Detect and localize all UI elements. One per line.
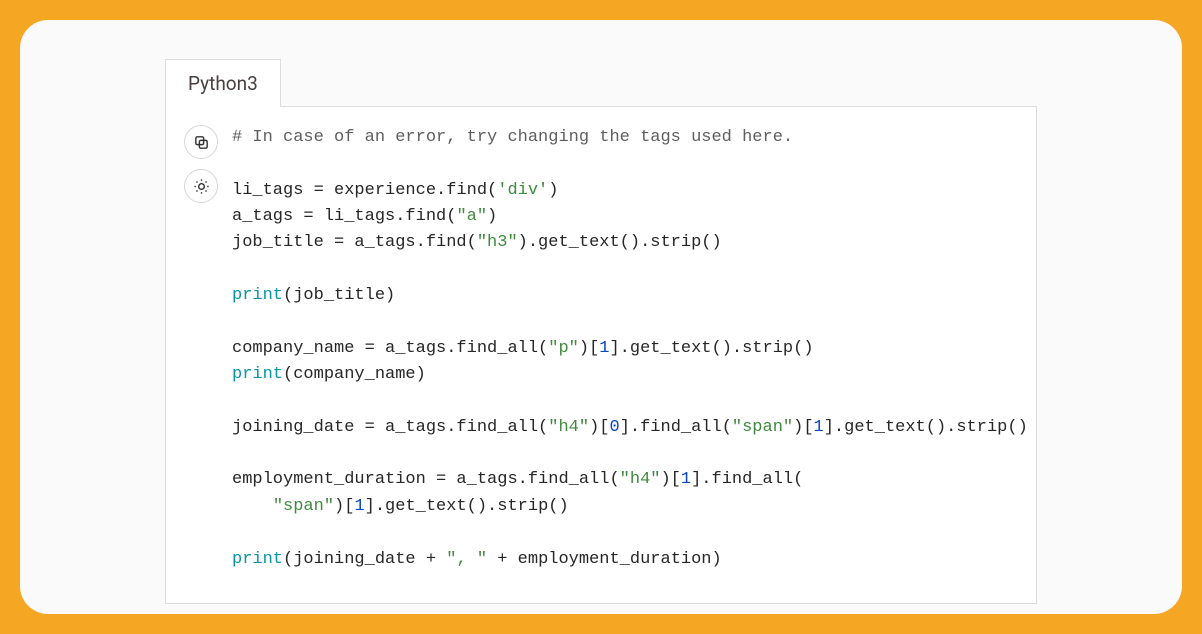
code-text: (joining_date + — [283, 550, 446, 569]
code-number: 1 — [814, 418, 824, 437]
code-text: ].get_text().strip() — [824, 418, 1028, 437]
code-function: print — [232, 550, 283, 569]
code-text: ].get_text().strip() — [609, 339, 813, 358]
code-text: )[ — [589, 418, 609, 437]
tab-python3[interactable]: Python3 — [165, 59, 281, 107]
code-text: )[ — [660, 470, 680, 489]
action-column — [184, 125, 218, 573]
code-number: 0 — [609, 418, 619, 437]
code-text: (job_title) — [283, 286, 395, 305]
code-number: 1 — [354, 497, 364, 516]
code-string: "span" — [273, 497, 334, 516]
code-text: job_title = a_tags.find( — [232, 233, 477, 252]
code-block: # In case of an error, try changing the … — [232, 125, 1028, 573]
code-function: print — [232, 286, 283, 305]
code-panel: # In case of an error, try changing the … — [165, 106, 1037, 604]
code-comment: # In case of an error, try changing the … — [232, 128, 793, 147]
code-string: "h3" — [477, 233, 518, 252]
code-function: print — [232, 365, 283, 384]
code-number: 1 — [681, 470, 691, 489]
code-text: + employment_duration) — [487, 550, 722, 569]
code-text: )[ — [793, 418, 813, 437]
code-text: li_tags = experience.find( — [232, 181, 497, 200]
code-string: ", " — [446, 550, 487, 569]
code-text: ].find_all( — [620, 418, 732, 437]
code-text: ) — [548, 181, 558, 200]
code-text: ].find_all( — [691, 470, 803, 489]
sun-icon — [193, 178, 210, 195]
code-string: "h4" — [620, 470, 661, 489]
code-text: ).get_text().strip() — [518, 233, 722, 252]
copy-button[interactable] — [184, 125, 218, 159]
code-text: ) — [487, 207, 497, 226]
code-string: "span" — [732, 418, 793, 437]
code-string: "a" — [456, 207, 487, 226]
code-text: joining_date = a_tags.find_all( — [232, 418, 548, 437]
code-string: 'div' — [497, 181, 548, 200]
code-text: (company_name) — [283, 365, 426, 384]
code-string: "h4" — [548, 418, 589, 437]
copy-icon — [193, 134, 210, 151]
code-string: "p" — [548, 339, 579, 358]
code-text: company_name = a_tags.find_all( — [232, 339, 548, 358]
theme-toggle-button[interactable] — [184, 169, 218, 203]
card-container: Python3 — [20, 20, 1182, 614]
tab-bar: Python3 — [165, 58, 1037, 106]
code-text: )[ — [334, 497, 354, 516]
code-text — [232, 497, 273, 516]
code-text: a_tags = li_tags.find( — [232, 207, 456, 226]
code-text: ].get_text().strip() — [365, 497, 569, 516]
code-number: 1 — [599, 339, 609, 358]
code-text: )[ — [579, 339, 599, 358]
code-text: employment_duration = a_tags.find_all( — [232, 470, 620, 489]
